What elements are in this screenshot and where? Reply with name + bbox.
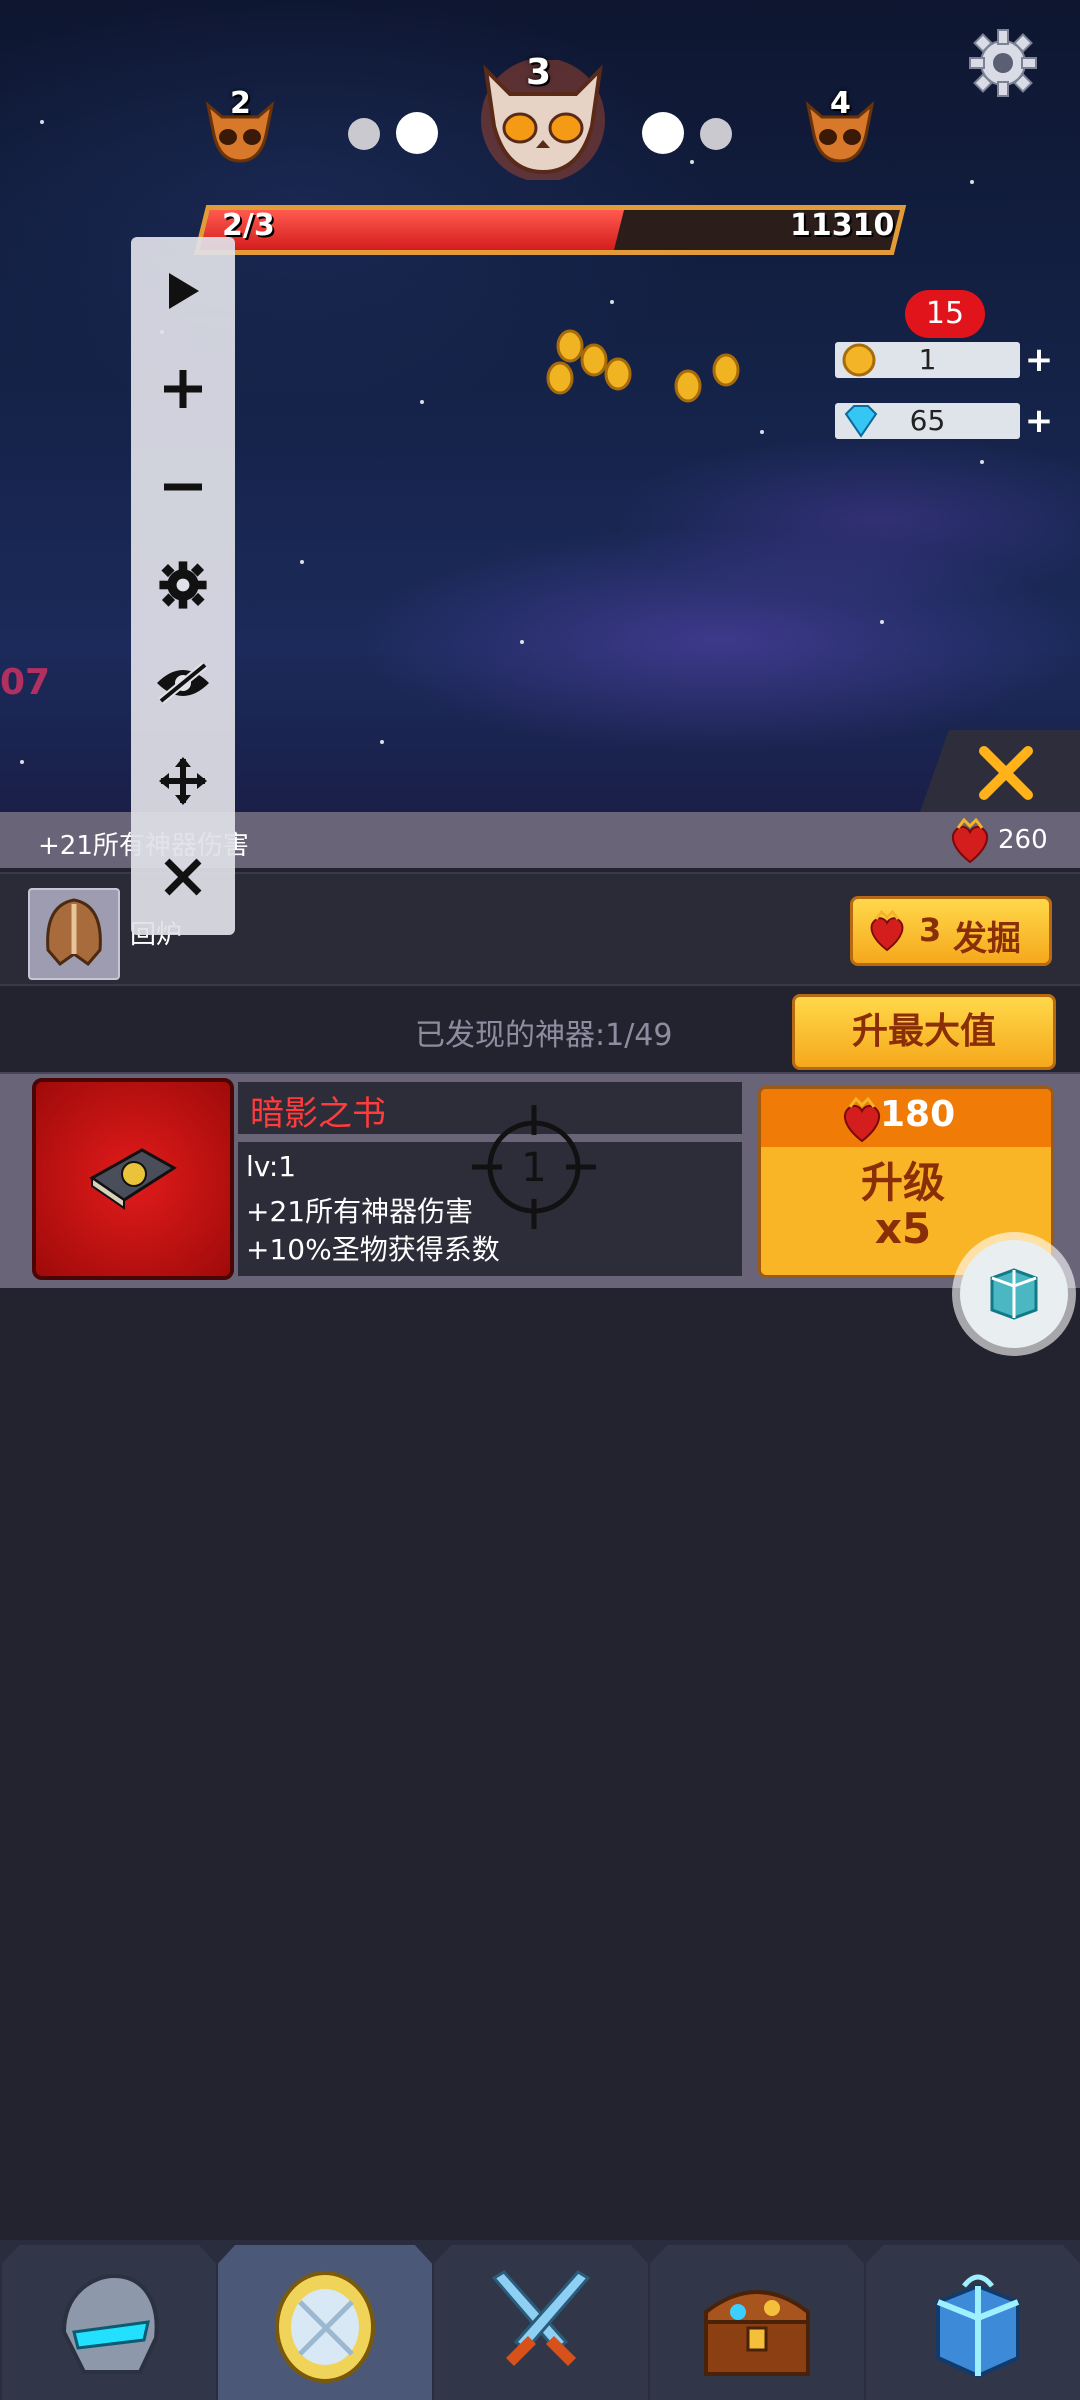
stage-prev-number: 2 xyxy=(230,86,251,121)
helmet-icon xyxy=(61,2273,159,2374)
zoom-out-button[interactable] xyxy=(131,447,235,527)
upgrade-label-line1: 升级 xyxy=(860,1158,945,1207)
upgrade-cost: 180 xyxy=(880,1094,956,1135)
gear-icon xyxy=(159,561,207,609)
play-button[interactable] xyxy=(131,251,235,331)
star xyxy=(420,400,424,404)
enemy-hp-value: 11310 xyxy=(790,208,895,243)
relic-heart-icon xyxy=(844,1097,880,1143)
move-button[interactable] xyxy=(131,741,235,821)
coins-drop xyxy=(546,329,740,403)
minus-icon xyxy=(164,483,202,491)
cube-icon xyxy=(990,1268,1038,1320)
close-toolbar-button[interactable] xyxy=(131,837,235,917)
star xyxy=(880,620,884,624)
star xyxy=(40,120,44,124)
add-gems-button[interactable]: + xyxy=(1022,403,1056,439)
coin-icon xyxy=(842,343,876,377)
dig-count: 3 xyxy=(919,911,942,949)
relic-heart-icon xyxy=(952,818,988,864)
dig-label: 发掘 xyxy=(953,919,1021,959)
relic-count: 260 xyxy=(998,825,1048,855)
star xyxy=(520,640,524,644)
control-toolbar xyxy=(131,237,235,935)
close-icon xyxy=(979,746,1033,800)
star xyxy=(690,160,694,164)
move-icon xyxy=(159,757,207,805)
book-icon xyxy=(89,1148,177,1210)
artifact-effect-2: +10%圣物获得系数 xyxy=(246,1233,500,1266)
artifact-effect-1: +21所有神器伤害 xyxy=(246,1195,474,1228)
stage-next-number: 4 xyxy=(830,86,851,121)
stage-dot xyxy=(700,118,732,150)
hide-overlay-button[interactable] xyxy=(131,643,235,723)
helmet-icon xyxy=(46,898,102,967)
gear-icon[interactable] xyxy=(968,28,1038,98)
crosshair-icon: 1 xyxy=(472,1105,596,1229)
eye-off-icon xyxy=(157,661,209,705)
crosshair-number: 1 xyxy=(521,1145,546,1191)
stage-dot xyxy=(348,118,380,150)
max-upgrade-button[interactable]: 升最大值 xyxy=(792,994,1056,1070)
star xyxy=(970,180,974,184)
chest-icon xyxy=(704,2290,810,2376)
discovered-artifacts-text: 已发现的神器:1/49 xyxy=(415,1018,673,1053)
settings-button[interactable] xyxy=(131,545,235,625)
stage-current-number: 3 xyxy=(526,52,552,93)
star xyxy=(380,740,384,744)
swords-icon xyxy=(491,2270,591,2366)
close-icon xyxy=(164,858,202,896)
zoom-in-button[interactable] xyxy=(131,349,235,429)
star xyxy=(20,760,24,764)
star xyxy=(610,300,614,304)
artifact-icon[interactable] xyxy=(32,1078,234,1280)
plus-icon xyxy=(164,370,202,408)
play-icon xyxy=(169,273,199,309)
stage-dot xyxy=(396,112,438,154)
offscreen-damage-text: 07 xyxy=(0,662,51,703)
upgrade-label: 升级 x5 xyxy=(758,1160,1048,1252)
dig-button[interactable]: 3 发掘 xyxy=(850,896,1052,966)
stage-dot xyxy=(642,112,684,154)
star xyxy=(760,430,764,434)
gift-icon xyxy=(936,2274,1020,2379)
artifact-name: 暗影之书 xyxy=(250,1094,386,1134)
furnace-button[interactable] xyxy=(28,888,120,980)
relic-heart-icon xyxy=(870,909,904,952)
notification-badge: 15 xyxy=(905,290,985,338)
star xyxy=(980,460,984,464)
artifact-level: lv:1 xyxy=(246,1150,297,1183)
floating-3d-button[interactable] xyxy=(960,1240,1068,1348)
star xyxy=(300,560,304,564)
gem-icon xyxy=(844,405,878,438)
orb-icon xyxy=(275,2271,375,2383)
add-coins-button[interactable]: + xyxy=(1022,342,1056,378)
